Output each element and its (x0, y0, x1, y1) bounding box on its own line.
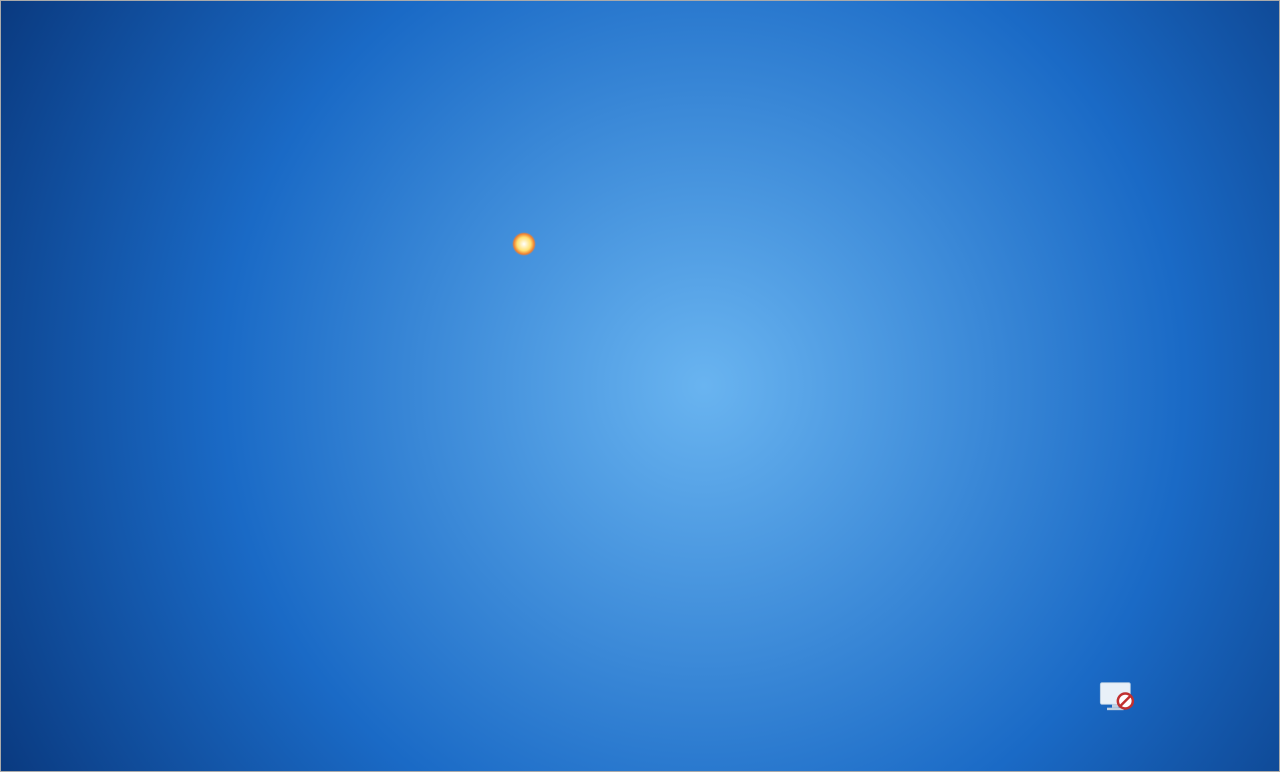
settings-bar: Pozadí plochy Harmony Barva oken Obloha (212, 654, 1280, 772)
main-content: Změnit vizuální prvky a zvuky v počítači… (212, 34, 1280, 772)
desktop-background-button[interactable]: Pozadí plochy Harmony (276, 674, 476, 752)
screensaver-icon (1097, 676, 1137, 716)
